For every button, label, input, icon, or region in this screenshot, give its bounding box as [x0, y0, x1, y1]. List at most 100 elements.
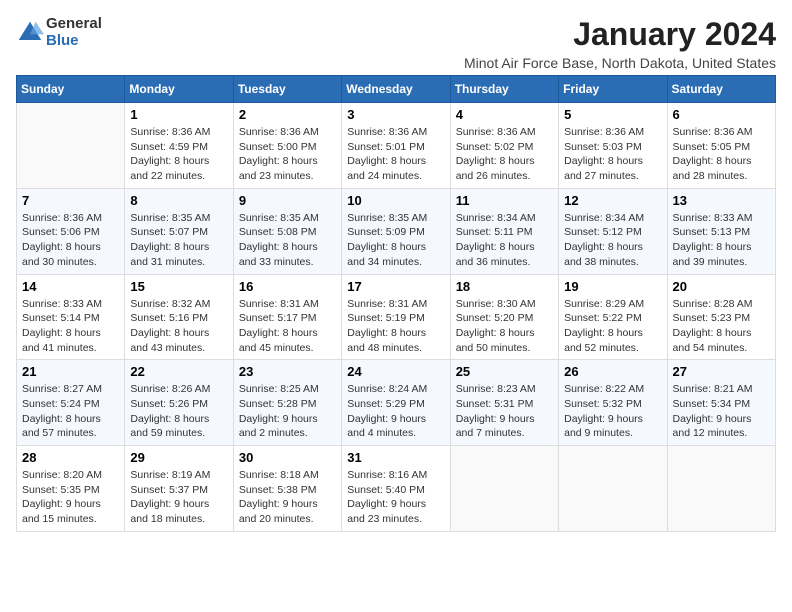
- day-info: Sunrise: 8:36 AM Sunset: 4:59 PM Dayligh…: [130, 125, 227, 184]
- day-info: Sunrise: 8:36 AM Sunset: 5:01 PM Dayligh…: [347, 125, 444, 184]
- table-row: 5 Sunrise: 8:36 AM Sunset: 5:03 PM Daylig…: [559, 103, 667, 189]
- day-info: Sunrise: 8:36 AM Sunset: 5:05 PM Dayligh…: [673, 125, 770, 184]
- day-info: Sunrise: 8:33 AM Sunset: 5:14 PM Dayligh…: [22, 297, 119, 356]
- table-row: 12Sunrise: 8:34 AM Sunset: 5:12 PM Dayli…: [559, 188, 667, 274]
- day-number: 31: [347, 450, 444, 465]
- table-row: 9Sunrise: 8:35 AM Sunset: 5:08 PM Daylig…: [233, 188, 341, 274]
- weekday-header-saturday: Saturday: [667, 76, 775, 103]
- table-row: 20 Sunrise: 8:28 AM Sunset: 5:23 PM Dayli…: [667, 274, 775, 360]
- day-info: Sunrise: 8:35 AM Sunset: 5:07 PM Dayligh…: [130, 211, 227, 270]
- day-info: Sunrise: 8:18 AM Sunset: 5:38 PM Dayligh…: [239, 468, 336, 527]
- table-row: 26 Sunrise: 8:22 AM Sunset: 5:32 PM Dayli…: [559, 360, 667, 446]
- table-row: 2Sunrise: 8:36 AM Sunset: 5:00 PM Daylig…: [233, 103, 341, 189]
- day-info: Sunrise: 8:36 AM Sunset: 5:03 PM Dayligh…: [564, 125, 661, 184]
- day-number: 27: [673, 364, 770, 379]
- table-row: 4 Sunrise: 8:36 AM Sunset: 5:02 PM Daylig…: [450, 103, 558, 189]
- table-row: 22 Sunrise: 8:26 AM Sunset: 5:26 PM Dayli…: [125, 360, 233, 446]
- day-number: 8: [130, 193, 227, 208]
- calendar-table: SundayMondayTuesdayWednesdayThursdayFrid…: [16, 75, 776, 532]
- day-info: Sunrise: 8:27 AM Sunset: 5:24 PM Dayligh…: [22, 382, 119, 441]
- weekday-header-friday: Friday: [559, 76, 667, 103]
- day-info: Sunrise: 8:31 AM Sunset: 5:19 PM Dayligh…: [347, 297, 444, 356]
- weekday-header-tuesday: Tuesday: [233, 76, 341, 103]
- table-row: 15 Sunrise: 8:32 AM Sunset: 5:16 PM Dayli…: [125, 274, 233, 360]
- table-row: 17 Sunrise: 8:31 AM Sunset: 5:19 PM Dayli…: [342, 274, 450, 360]
- table-row: 18Sunrise: 8:30 AM Sunset: 5:20 PM Dayli…: [450, 274, 558, 360]
- subtitle: Minot Air Force Base, North Dakota, Unit…: [464, 55, 776, 71]
- day-info: Sunrise: 8:36 AM Sunset: 5:02 PM Dayligh…: [456, 125, 553, 184]
- main-title: January 2024: [464, 16, 776, 53]
- day-number: 15: [130, 279, 227, 294]
- day-number: 1: [130, 107, 227, 122]
- day-info: Sunrise: 8:35 AM Sunset: 5:09 PM Dayligh…: [347, 211, 444, 270]
- day-number: 19: [564, 279, 661, 294]
- calendar-header: SundayMondayTuesdayWednesdayThursdayFrid…: [17, 76, 776, 103]
- table-row: 8 Sunrise: 8:35 AM Sunset: 5:07 PM Daylig…: [125, 188, 233, 274]
- day-info: Sunrise: 8:16 AM Sunset: 5:40 PM Dayligh…: [347, 468, 444, 527]
- table-row: 10 Sunrise: 8:35 AM Sunset: 5:09 PM Dayli…: [342, 188, 450, 274]
- table-row: 1 Sunrise: 8:36 AM Sunset: 4:59 PM Daylig…: [125, 103, 233, 189]
- table-row: 25 Sunrise: 8:23 AM Sunset: 5:31 PM Dayli…: [450, 360, 558, 446]
- calendar-week-5: 28Sunrise: 8:20 AM Sunset: 5:35 PM Dayli…: [17, 446, 776, 532]
- table-row: 31 Sunrise: 8:16 AM Sunset: 5:40 PM Dayli…: [342, 446, 450, 532]
- table-row: 27 Sunrise: 8:21 AM Sunset: 5:34 PM Dayli…: [667, 360, 775, 446]
- calendar-week-1: 1 Sunrise: 8:36 AM Sunset: 4:59 PM Daylig…: [17, 103, 776, 189]
- day-info: Sunrise: 8:31 AM Sunset: 5:17 PM Dayligh…: [239, 297, 336, 356]
- day-info: Sunrise: 8:35 AM Sunset: 5:08 PM Dayligh…: [239, 211, 336, 270]
- day-info: Sunrise: 8:26 AM Sunset: 5:26 PM Dayligh…: [130, 382, 227, 441]
- day-number: 16: [239, 279, 336, 294]
- header: General Blue January 2024 Minot Air Forc…: [16, 16, 776, 71]
- table-row: [667, 446, 775, 532]
- table-row: 19Sunrise: 8:29 AM Sunset: 5:22 PM Dayli…: [559, 274, 667, 360]
- day-number: 26: [564, 364, 661, 379]
- day-number: 20: [673, 279, 770, 294]
- day-number: 3: [347, 107, 444, 122]
- logo-blue-text: Blue: [46, 33, 102, 50]
- day-info: Sunrise: 8:32 AM Sunset: 5:16 PM Dayligh…: [130, 297, 227, 356]
- day-number: 30: [239, 450, 336, 465]
- day-info: Sunrise: 8:21 AM Sunset: 5:34 PM Dayligh…: [673, 382, 770, 441]
- day-number: 23: [239, 364, 336, 379]
- calendar-week-2: 7 Sunrise: 8:36 AM Sunset: 5:06 PM Daylig…: [17, 188, 776, 274]
- day-info: Sunrise: 8:24 AM Sunset: 5:29 PM Dayligh…: [347, 382, 444, 441]
- day-number: 24: [347, 364, 444, 379]
- table-row: 14Sunrise: 8:33 AM Sunset: 5:14 PM Dayli…: [17, 274, 125, 360]
- table-row: 7 Sunrise: 8:36 AM Sunset: 5:06 PM Daylig…: [17, 188, 125, 274]
- day-number: 4: [456, 107, 553, 122]
- table-row: 6 Sunrise: 8:36 AM Sunset: 5:05 PM Daylig…: [667, 103, 775, 189]
- weekday-header-monday: Monday: [125, 76, 233, 103]
- calendar-week-4: 21Sunrise: 8:27 AM Sunset: 5:24 PM Dayli…: [17, 360, 776, 446]
- table-row: [559, 446, 667, 532]
- table-row: 29 Sunrise: 8:19 AM Sunset: 5:37 PM Dayli…: [125, 446, 233, 532]
- table-row: 24 Sunrise: 8:24 AM Sunset: 5:29 PM Dayli…: [342, 360, 450, 446]
- day-number: 13: [673, 193, 770, 208]
- day-number: 7: [22, 193, 119, 208]
- table-row: 23Sunrise: 8:25 AM Sunset: 5:28 PM Dayli…: [233, 360, 341, 446]
- calendar-body: 1 Sunrise: 8:36 AM Sunset: 4:59 PM Daylig…: [17, 103, 776, 532]
- day-info: Sunrise: 8:30 AM Sunset: 5:20 PM Dayligh…: [456, 297, 553, 356]
- day-number: 12: [564, 193, 661, 208]
- day-number: 6: [673, 107, 770, 122]
- day-info: Sunrise: 8:19 AM Sunset: 5:37 PM Dayligh…: [130, 468, 227, 527]
- table-row: 3 Sunrise: 8:36 AM Sunset: 5:01 PM Daylig…: [342, 103, 450, 189]
- day-number: 22: [130, 364, 227, 379]
- day-info: Sunrise: 8:20 AM Sunset: 5:35 PM Dayligh…: [22, 468, 119, 527]
- day-info: Sunrise: 8:22 AM Sunset: 5:32 PM Dayligh…: [564, 382, 661, 441]
- day-info: Sunrise: 8:36 AM Sunset: 5:06 PM Dayligh…: [22, 211, 119, 270]
- day-number: 17: [347, 279, 444, 294]
- day-info: Sunrise: 8:33 AM Sunset: 5:13 PM Dayligh…: [673, 211, 770, 270]
- table-row: 30 Sunrise: 8:18 AM Sunset: 5:38 PM Dayli…: [233, 446, 341, 532]
- day-number: 5: [564, 107, 661, 122]
- table-row: 28Sunrise: 8:20 AM Sunset: 5:35 PM Dayli…: [17, 446, 125, 532]
- day-info: Sunrise: 8:23 AM Sunset: 5:31 PM Dayligh…: [456, 382, 553, 441]
- day-info: Sunrise: 8:28 AM Sunset: 5:23 PM Dayligh…: [673, 297, 770, 356]
- table-row: 13 Sunrise: 8:33 AM Sunset: 5:13 PM Dayli…: [667, 188, 775, 274]
- day-number: 25: [456, 364, 553, 379]
- day-number: 29: [130, 450, 227, 465]
- day-number: 11: [456, 193, 553, 208]
- weekday-header-wednesday: Wednesday: [342, 76, 450, 103]
- weekday-header-thursday: Thursday: [450, 76, 558, 103]
- day-number: 10: [347, 193, 444, 208]
- table-row: [17, 103, 125, 189]
- calendar-week-3: 14Sunrise: 8:33 AM Sunset: 5:14 PM Dayli…: [17, 274, 776, 360]
